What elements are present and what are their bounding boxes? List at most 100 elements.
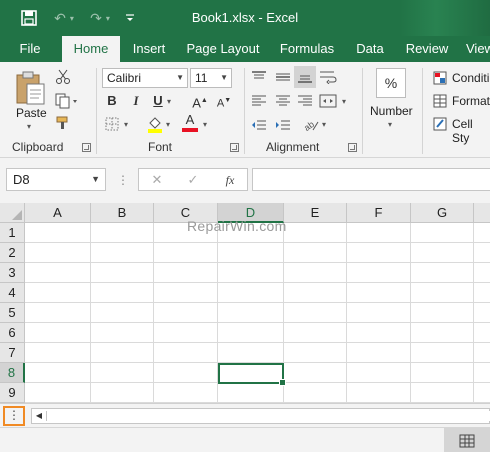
format-painter-icon[interactable] xyxy=(54,114,72,132)
horizontal-scrollbar[interactable]: ◀ xyxy=(31,408,490,424)
wrap-text-icon[interactable] xyxy=(318,68,340,86)
format-as-table-label[interactable]: Format xyxy=(452,94,490,108)
grid-line xyxy=(346,223,347,403)
column-header-partial[interactable] xyxy=(474,203,490,223)
top-align-icon[interactable] xyxy=(250,68,268,86)
row-header-4[interactable]: 4 xyxy=(0,283,25,303)
font-size-dropdown-icon[interactable]: ▼ xyxy=(220,69,228,87)
row-header-8[interactable]: 8 xyxy=(0,363,25,383)
insert-function-icon[interactable]: fx xyxy=(219,171,241,189)
formula-bar-grip-icon: ⋮ xyxy=(117,173,129,187)
enter-icon[interactable]: ✓ xyxy=(183,171,203,189)
worksheet-grid[interactable]: A B C D E F G 1 2 3 4 5 6 7 8 9 RepairWi… xyxy=(0,203,490,403)
middle-align-icon[interactable] xyxy=(274,68,292,86)
group-divider xyxy=(244,68,245,154)
merge-center-icon[interactable] xyxy=(318,92,338,110)
row-header-1[interactable]: 1 xyxy=(0,223,25,243)
underline-button[interactable]: U xyxy=(150,92,166,110)
row-header-7[interactable]: 7 xyxy=(0,343,25,363)
column-header-a[interactable]: A xyxy=(25,203,91,223)
merge-dropdown-icon[interactable]: ▾ xyxy=(342,97,346,106)
tab-formulas[interactable]: Formulas xyxy=(274,36,340,62)
tab-review[interactable]: Review xyxy=(400,36,454,62)
paste-label[interactable]: Paste xyxy=(16,106,47,120)
group-divider xyxy=(96,68,97,154)
cancel-icon[interactable]: ✕ xyxy=(147,171,167,189)
sheet-bar: ⋮ ◀ xyxy=(0,403,490,427)
column-header-e[interactable]: E xyxy=(284,203,347,223)
borders-icon[interactable] xyxy=(104,116,120,132)
tab-insert[interactable]: Insert xyxy=(126,36,172,62)
percent-icon[interactable]: % xyxy=(376,68,406,98)
bottom-align-icon[interactable] xyxy=(294,66,316,88)
paste-dropdown-icon[interactable]: ▾ xyxy=(27,122,31,131)
group-divider xyxy=(362,68,363,154)
font-size-combo[interactable]: 11 ▼ xyxy=(190,68,232,88)
bold-button[interactable]: B xyxy=(104,92,120,110)
number-dropdown-icon[interactable]: ▾ xyxy=(388,120,392,129)
fill-color-icon[interactable] xyxy=(146,114,164,134)
grow-letter: A xyxy=(192,95,201,111)
tab-home[interactable]: Home xyxy=(62,36,120,62)
italic-button[interactable]: I xyxy=(128,92,144,110)
normal-view-icon[interactable] xyxy=(444,428,490,452)
font-color-dropdown-icon[interactable]: ▾ xyxy=(203,120,207,129)
column-header-b[interactable]: B xyxy=(91,203,154,223)
increase-font-size-button[interactable]: A▲ xyxy=(192,92,208,110)
cut-icon[interactable] xyxy=(54,68,72,86)
name-box[interactable]: D8 ▼ xyxy=(6,168,106,191)
orientation-icon[interactable]: ab xyxy=(302,116,320,134)
copy-icon[interactable] xyxy=(54,92,80,110)
name-box-value: D8 xyxy=(13,172,30,187)
svg-text:ab: ab xyxy=(303,119,316,132)
title-bar-pattern xyxy=(400,0,490,36)
grid-line xyxy=(153,223,154,403)
title-bar: ↶ ▾ ↷ ▾ Book1.xlsx - Excel xyxy=(0,0,490,36)
row-header-5[interactable]: 5 xyxy=(0,303,25,323)
cell-styles-label[interactable]: Cell Sty xyxy=(452,117,490,145)
tab-file[interactable]: File xyxy=(10,36,50,62)
ribbon-tabs: File Home Insert Page Layout Formulas Da… xyxy=(0,36,490,62)
paste-icon[interactable] xyxy=(12,68,48,108)
align-right-icon[interactable] xyxy=(296,92,314,110)
decrease-indent-icon[interactable] xyxy=(250,116,268,134)
align-left-icon[interactable] xyxy=(250,92,268,110)
decrease-font-size-button[interactable]: A▼ xyxy=(216,92,232,110)
fill-color-dropdown-icon[interactable]: ▾ xyxy=(166,120,170,129)
scroll-left-icon[interactable]: ◀ xyxy=(33,409,45,423)
font-name-combo[interactable]: Calibri ▼ xyxy=(102,68,188,88)
watermark-text: RepairWin.com xyxy=(187,218,287,234)
row-header-9[interactable]: 9 xyxy=(0,383,25,403)
tab-data[interactable]: Data xyxy=(350,36,390,62)
alignment-launcher-icon[interactable] xyxy=(348,143,357,152)
grid-line xyxy=(410,223,411,403)
font-name-dropdown-icon[interactable]: ▼ xyxy=(176,69,184,87)
cell-styles-icon[interactable] xyxy=(432,116,448,132)
column-header-f[interactable]: F xyxy=(347,203,411,223)
row-header-3[interactable]: 3 xyxy=(0,263,25,283)
font-color-button[interactable]: A xyxy=(182,112,198,132)
increase-indent-icon[interactable] xyxy=(274,116,292,134)
name-box-dropdown-icon[interactable]: ▼ xyxy=(91,169,100,190)
tab-view[interactable]: View xyxy=(466,36,490,62)
clipboard-launcher-icon[interactable] xyxy=(82,143,91,152)
font-launcher-icon[interactable] xyxy=(230,143,239,152)
column-header-g[interactable]: G xyxy=(411,203,474,223)
select-all-button[interactable] xyxy=(0,203,25,223)
align-center-icon[interactable] xyxy=(274,92,292,110)
tab-page-layout[interactable]: Page Layout xyxy=(182,36,264,62)
row-header-2[interactable]: 2 xyxy=(0,243,25,263)
scroll-thumb[interactable] xyxy=(46,411,490,421)
format-as-table-icon[interactable] xyxy=(432,93,448,109)
borders-dropdown-icon[interactable]: ▾ xyxy=(124,120,128,129)
number-label[interactable]: Number xyxy=(370,104,413,118)
conditional-formatting-label[interactable]: Conditi xyxy=(452,71,489,85)
conditional-formatting-icon[interactable] xyxy=(432,70,448,86)
row-header-6[interactable]: 6 xyxy=(0,323,25,343)
underline-dropdown-icon[interactable]: ▾ xyxy=(167,97,171,106)
grid-line xyxy=(25,242,490,243)
formula-input[interactable] xyxy=(252,168,490,191)
orientation-dropdown-icon[interactable]: ▾ xyxy=(322,120,326,129)
sheet-tab-options-button[interactable]: ⋮ xyxy=(3,406,25,426)
active-cell-d8[interactable] xyxy=(218,363,286,386)
